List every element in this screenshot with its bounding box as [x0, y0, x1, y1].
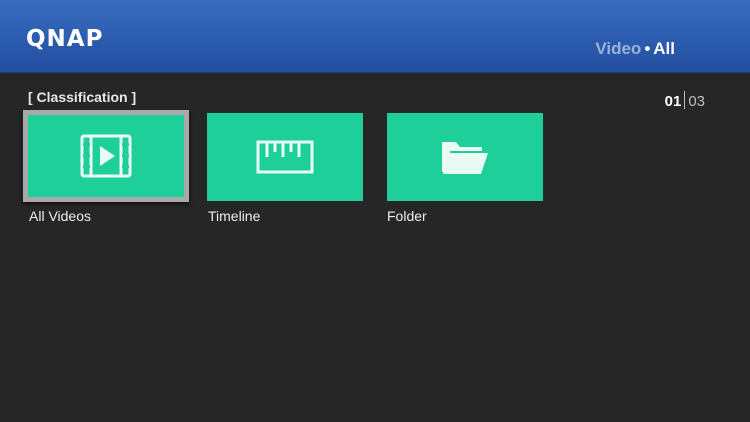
tile-label-all-videos: All Videos — [29, 208, 92, 224]
page-current: 01 — [664, 93, 682, 110]
page-total: 03 — [688, 93, 705, 110]
tile-folder[interactable] — [387, 113, 543, 201]
top-header-bar: QNAP Video • All — [0, 0, 750, 73]
tile-all-videos[interactable] — [23, 110, 189, 202]
page-divider — [684, 91, 686, 109]
folder-icon — [442, 142, 488, 174]
breadcrumb-section[interactable]: Video — [595, 39, 641, 58]
tile-label-timeline: Timeline — [208, 208, 261, 224]
brand-logo: QNAP — [26, 26, 104, 52]
section-title: [ Classification ] — [28, 89, 137, 105]
tile-label-folder: Folder — [387, 208, 427, 224]
breadcrumb: Video • All — [595, 40, 675, 57]
page-indicator: 01 03 — [665, 91, 705, 109]
tile-timeline[interactable] — [207, 113, 363, 201]
film-play-icon — [80, 134, 132, 178]
breadcrumb-separator: • — [644, 39, 651, 58]
ruler-icon — [256, 140, 314, 174]
breadcrumb-current: All — [653, 39, 675, 58]
